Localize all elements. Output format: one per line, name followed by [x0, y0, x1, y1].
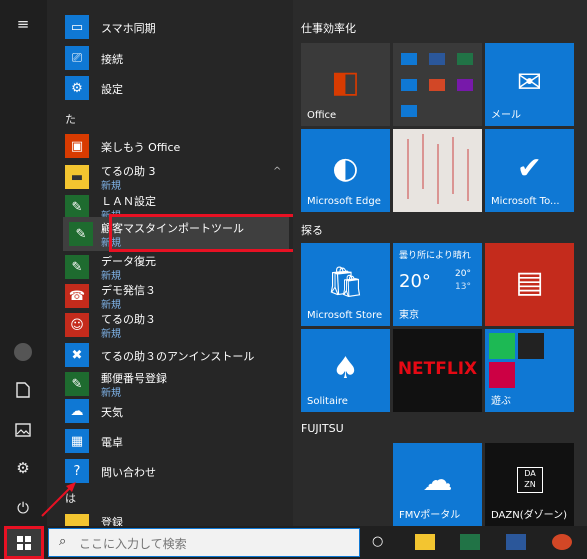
store-bag-icon: 🛍 — [326, 265, 365, 300]
netflix-logo: NETFLIX — [397, 359, 478, 379]
tile-label: Office — [307, 110, 337, 121]
excel-icon — [457, 53, 473, 65]
tile-label: メール — [491, 110, 521, 121]
tile-edge[interactable]: ◐ Microsoft Edge — [301, 129, 390, 212]
group-title-explore[interactable]: 探る — [301, 222, 323, 238]
search-icon: ⌕ — [59, 534, 67, 549]
tile-chart-live[interactable] — [393, 129, 482, 212]
tile-news[interactable]: ▤ — [485, 243, 574, 326]
outlook-icon — [401, 53, 417, 65]
file-explorer-icon[interactable] — [415, 534, 435, 550]
tile-weather[interactable]: 曇り所により晴れ 20° 20° 13° 東京 — [393, 243, 482, 326]
tile-office[interactable]: ◧ Office — [301, 43, 390, 126]
office-logo-icon: ◧ — [331, 65, 360, 100]
tile-label: DAZN(ダゾーン) — [491, 510, 567, 521]
weather-city: 東京 — [399, 310, 419, 321]
windows-logo-icon — [17, 535, 31, 550]
word-taskbar-icon[interactable] — [506, 534, 526, 550]
excel-taskbar-icon[interactable] — [460, 534, 480, 550]
onedrive-icon — [401, 79, 417, 91]
tile-label: Solitaire — [307, 396, 348, 407]
edge-icon: ◐ — [332, 151, 359, 186]
group-title-fujitsu[interactable]: FUJITSU — [301, 422, 344, 435]
weather-low: 13° — [455, 282, 471, 292]
tile-label: Microsoft Store — [307, 310, 383, 321]
tile-store[interactable]: 🛍 Microsoft Store — [301, 243, 390, 326]
weather-temp: 20° — [399, 271, 431, 292]
word-icon — [429, 53, 445, 65]
mail-icon: ✉ — [516, 65, 543, 100]
powerpoint-taskbar-icon[interactable] — [552, 534, 572, 550]
tile-play[interactable]: 遊ぶ — [485, 329, 574, 412]
skype-icon — [401, 105, 417, 117]
search-box[interactable]: ⌕ — [48, 528, 360, 557]
game-icon — [489, 362, 515, 388]
tile-dazn[interactable]: DA ZN DAZN(ダゾーン) — [485, 443, 574, 526]
cards-icon: ♠ — [332, 351, 359, 386]
tile-label: 遊ぶ — [491, 396, 511, 407]
taskbar: ⌕ ○ — [0, 526, 587, 559]
tile-label: FMVポータル — [399, 510, 461, 521]
tile-label: Microsoft To... — [491, 196, 560, 207]
weather-condition: 曇り所により晴れ — [399, 251, 471, 261]
candlestick-image — [407, 134, 469, 204]
spotify-icon — [489, 333, 515, 359]
cloud-icon: ☁ — [422, 463, 453, 498]
start-button[interactable] — [4, 526, 44, 559]
tile-label: Microsoft Edge — [307, 196, 381, 207]
tile-fmv-portal[interactable]: ☁ FMVポータル — [393, 443, 482, 526]
task-view-icon[interactable]: ○ — [372, 534, 383, 549]
powerpoint-icon — [429, 79, 445, 91]
tile-area: 仕事効率化 ◧ Office ✉ メール ◐ Microsoft Edge ✔ … — [293, 0, 587, 526]
tile-netflix[interactable]: NETFLIX — [393, 329, 482, 412]
search-input[interactable] — [77, 533, 351, 554]
tile-solitaire[interactable]: ♠ Solitaire — [301, 329, 390, 412]
tile-mail[interactable]: ✉ メール — [485, 43, 574, 126]
dazn-logo: DA ZN — [517, 467, 543, 493]
onenote-icon — [457, 79, 473, 91]
news-icon: ▤ — [515, 265, 544, 300]
dolby-icon — [518, 333, 544, 359]
weather-high: 20° — [455, 269, 471, 279]
tile-office-apps[interactable] — [393, 43, 482, 126]
tile-todo[interactable]: ✔ Microsoft To... — [485, 129, 574, 212]
checkmark-icon: ✔ — [516, 151, 543, 186]
group-title-productivity[interactable]: 仕事効率化 — [301, 20, 356, 36]
